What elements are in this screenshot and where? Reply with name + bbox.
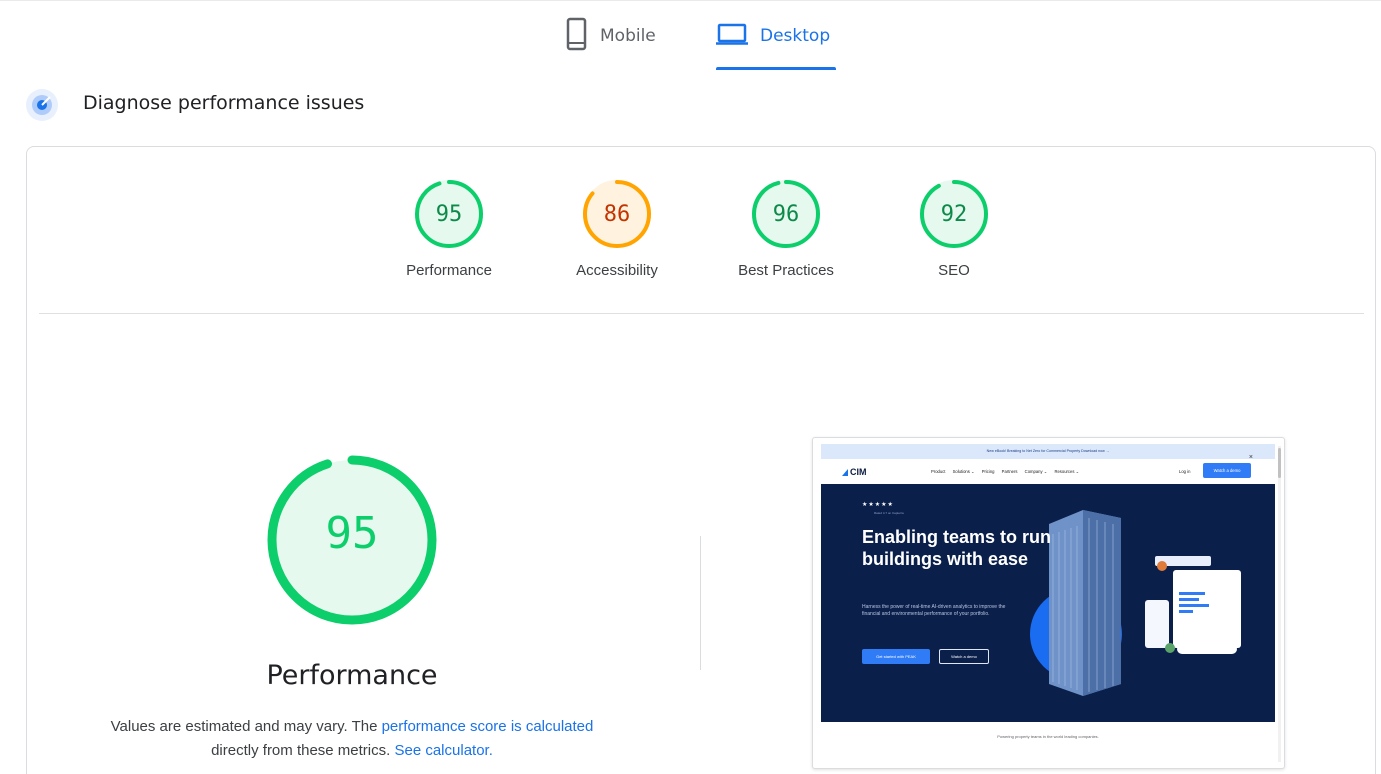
diagnose-title: Diagnose performance issues bbox=[83, 92, 365, 114]
score-label: SEO bbox=[938, 262, 970, 279]
site-clients-text: Powering property teams in the world lea… bbox=[997, 734, 1099, 739]
tab-desktop-label: Desktop bbox=[760, 26, 831, 46]
thumbnail-scroll-thumb bbox=[1278, 448, 1281, 478]
hero-headline: Enabling teams to run buildings with eas… bbox=[862, 527, 1052, 569]
laptop-icon bbox=[716, 22, 748, 51]
tab-mobile-label: Mobile bbox=[600, 26, 656, 46]
site-demo-button: Watch a demo bbox=[1203, 463, 1251, 478]
score-label: Performance bbox=[406, 262, 492, 279]
nav-item: Company ⌄ bbox=[1024, 469, 1048, 474]
rating-caption: Rated 4.7 on Capterra bbox=[874, 511, 904, 515]
score-value: 96 bbox=[772, 202, 800, 227]
vertical-separator bbox=[700, 536, 701, 670]
hero-building-illustration bbox=[1030, 510, 1241, 696]
score-label: Best Practices bbox=[738, 262, 834, 279]
score-label: Accessibility bbox=[576, 262, 658, 279]
score-value: 95 bbox=[435, 202, 463, 227]
nav-item: Product bbox=[931, 469, 946, 474]
logo-mark-icon bbox=[842, 469, 848, 476]
site-hero: ★★★★★ Rated 4.7 on Capterra Enabling tea… bbox=[821, 484, 1275, 722]
mobile-phone-icon bbox=[566, 17, 588, 56]
tab-desktop[interactable]: Desktop bbox=[716, 18, 830, 54]
diagnose-radar-icon bbox=[25, 88, 59, 122]
site-navbar: CIM Product Solutions ⌄ Pricing Partners… bbox=[821, 460, 1275, 484]
nav-item: Resources ⌄ bbox=[1054, 469, 1080, 474]
nav-item: Solutions ⌄ bbox=[952, 469, 975, 474]
nav-item: Pricing bbox=[981, 469, 995, 474]
section-divider bbox=[39, 313, 1364, 314]
tab-mobile[interactable]: Mobile bbox=[566, 17, 656, 56]
site-login: Log in bbox=[1179, 469, 1191, 474]
hero-primary-cta: Get started with PEAK bbox=[862, 649, 930, 664]
score-value: 92 bbox=[940, 202, 968, 227]
score-gauge-seo[interactable]: 92 SEO bbox=[889, 178, 1019, 279]
thumbnail-scrollbar bbox=[1278, 446, 1281, 762]
score-gauge-accessibility[interactable]: 86 Accessibility bbox=[552, 178, 682, 279]
score-value: 86 bbox=[603, 202, 631, 227]
score-gauge-best-practices[interactable]: 96 Best Practices bbox=[721, 178, 851, 279]
site-logo: CIM bbox=[842, 467, 867, 477]
hero-secondary-cta: Watch a demo bbox=[939, 649, 989, 664]
rating-stars: ★★★★★ bbox=[862, 502, 894, 508]
hero-subtext: Harness the power of real-time AI-driven… bbox=[862, 604, 1006, 617]
site-nav-links: Product Solutions ⌄ Pricing Partners Com… bbox=[931, 469, 1085, 474]
active-tab-indicator bbox=[716, 67, 836, 70]
performance-title: Performance bbox=[266, 660, 438, 691]
site-announcement-banner: New eBook! Breaking to Net Zero for Comm… bbox=[821, 444, 1275, 461]
performance-score-value: 95 bbox=[325, 508, 379, 559]
note-text-prefix: Values are estimated and may vary. The bbox=[110, 718, 382, 735]
device-tabs: Mobile Desktop bbox=[0, 0, 1381, 72]
score-gauge-performance[interactable]: 95 Performance bbox=[384, 178, 514, 279]
score-calculated-link[interactable]: performance score is calculated bbox=[382, 718, 594, 735]
see-calculator-link[interactable]: See calculator. bbox=[394, 742, 492, 759]
logo-text: CIM bbox=[850, 467, 867, 477]
note-text-middle: directly from these metrics. bbox=[211, 742, 395, 759]
performance-note: Values are estimated and may vary. The p… bbox=[60, 715, 644, 763]
final-screenshot-thumbnail[interactable]: New eBook! Breaking to Net Zero for Comm… bbox=[812, 437, 1285, 769]
nav-item: Partners bbox=[1001, 469, 1018, 474]
banner-text: New eBook! Breaking to Net Zero for Comm… bbox=[986, 449, 1110, 453]
